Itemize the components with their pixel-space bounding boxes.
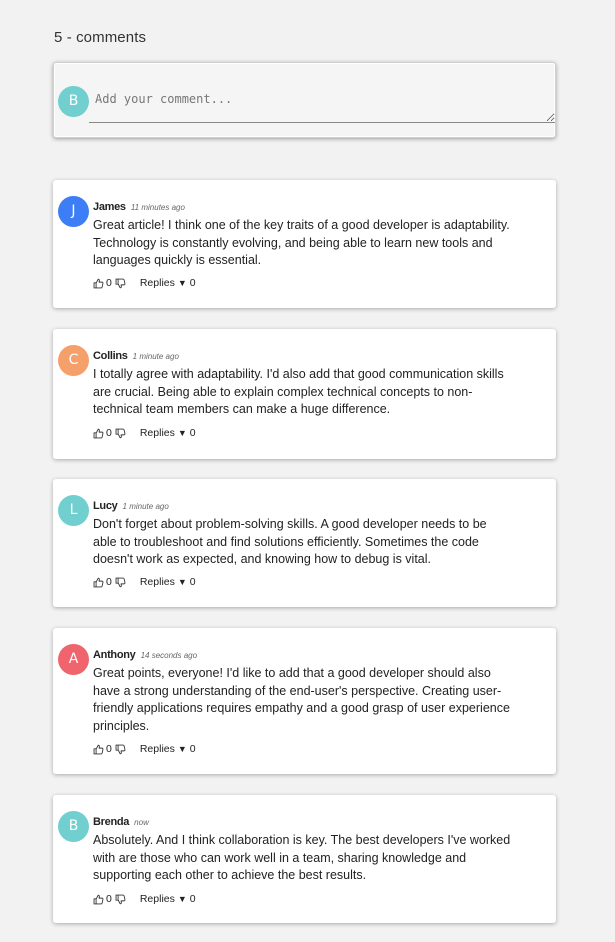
comment-text: Great points, everyone! I'd like to add … xyxy=(93,666,510,733)
thumbs-up-icon[interactable] xyxy=(93,278,104,289)
comment-author: Lucy xyxy=(93,500,118,512)
replies-toggle[interactable]: Replies xyxy=(140,576,175,588)
replies-count: 0 xyxy=(189,893,196,905)
avatar: A xyxy=(58,644,89,675)
comment-text: Great article! I think one of the key tr… xyxy=(93,218,510,267)
caret-down-icon[interactable]: ▼ xyxy=(178,577,187,587)
comment-author: Brenda xyxy=(93,816,130,828)
thumbs-down-icon[interactable] xyxy=(115,744,126,755)
avatar: C xyxy=(58,345,89,376)
comment-meta: Anthony 14 seconds ago xyxy=(93,649,197,661)
comment-author: Anthony xyxy=(93,649,136,661)
avatar: B xyxy=(58,86,89,117)
caret-down-icon[interactable]: ▼ xyxy=(178,894,187,904)
comment-card: B Brenda now Absolutely. And I think col… xyxy=(53,795,556,923)
comment-meta: Collins 1 minute ago xyxy=(93,350,179,362)
replies-count: 0 xyxy=(189,576,196,588)
replies-toggle[interactable]: Replies xyxy=(140,427,175,439)
thumbs-down-icon[interactable] xyxy=(115,278,126,289)
caret-down-icon[interactable]: ▼ xyxy=(178,428,187,438)
comment-meta: James 11 minutes ago xyxy=(93,201,185,213)
comment-timestamp: 1 minute ago xyxy=(122,502,169,511)
thumbs-up-icon[interactable] xyxy=(93,744,104,755)
replies-count: 0 xyxy=(189,427,196,439)
replies-count: 0 xyxy=(189,277,196,289)
comment-card: L Lucy 1 minute ago Don't forget about p… xyxy=(53,479,556,607)
comment-actions: 0 Replies ▼ 0 xyxy=(93,743,196,755)
replies-toggle[interactable]: Replies xyxy=(140,743,175,755)
like-count: 0 xyxy=(106,743,112,755)
comment-composer: B xyxy=(53,62,556,138)
comment-text: Don't forget about problem-solving skill… xyxy=(93,517,487,566)
replies-count: 0 xyxy=(189,743,196,755)
replies-toggle[interactable]: Replies xyxy=(140,277,175,289)
comment-author: James xyxy=(93,201,126,213)
comments-page: 5 - comments B J James 11 minutes ago Gr… xyxy=(0,0,615,942)
comment-actions: 0 Replies ▼ 0 xyxy=(93,893,196,905)
comment-card: J James 11 minutes ago Great article! I … xyxy=(53,180,556,308)
thumbs-up-icon[interactable] xyxy=(93,428,104,439)
thumbs-up-icon[interactable] xyxy=(93,894,104,905)
thumbs-down-icon[interactable] xyxy=(115,894,126,905)
like-count: 0 xyxy=(106,576,112,588)
comment-meta: Brenda now xyxy=(93,816,149,828)
comment-input[interactable] xyxy=(89,87,555,123)
comment-timestamp: 11 minutes ago xyxy=(130,203,185,212)
comment-timestamp: 1 minute ago xyxy=(132,352,179,361)
avatar: B xyxy=(58,811,89,842)
avatar: L xyxy=(58,495,89,526)
comment-text: I totally agree with adaptability. I'd a… xyxy=(93,367,504,416)
thumbs-down-icon[interactable] xyxy=(115,577,126,588)
avatar: J xyxy=(58,196,89,227)
comment-meta: Lucy 1 minute ago xyxy=(93,500,169,512)
like-count: 0 xyxy=(106,277,112,289)
caret-down-icon[interactable]: ▼ xyxy=(178,744,187,754)
comments-count-title: 5 - comments xyxy=(54,29,147,46)
comment-timestamp: 14 seconds ago xyxy=(140,651,198,660)
like-count: 0 xyxy=(106,893,112,905)
comment-actions: 0 Replies ▼ 0 xyxy=(93,277,196,289)
thumbs-down-icon[interactable] xyxy=(115,428,126,439)
comment-timestamp: now xyxy=(134,818,149,827)
comment-actions: 0 Replies ▼ 0 xyxy=(93,576,196,588)
comment-text: Absolutely. And I think collaboration is… xyxy=(93,833,511,882)
thumbs-up-icon[interactable] xyxy=(93,577,104,588)
comment-author: Collins xyxy=(93,350,128,362)
replies-toggle[interactable]: Replies xyxy=(140,893,175,905)
comment-card: C Collins 1 minute ago I totally agree w… xyxy=(53,329,556,459)
comment-actions: 0 Replies ▼ 0 xyxy=(93,427,196,439)
comment-card: A Anthony 14 seconds ago Great points, e… xyxy=(53,628,556,774)
like-count: 0 xyxy=(106,427,112,439)
caret-down-icon[interactable]: ▼ xyxy=(178,278,187,288)
